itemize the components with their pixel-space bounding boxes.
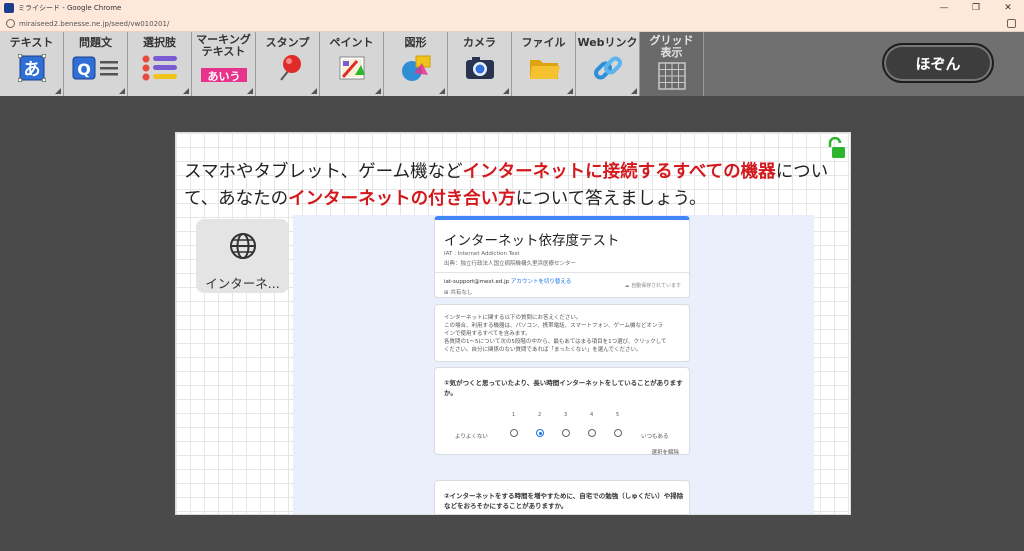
link-icon — [592, 53, 624, 83]
folder-icon — [528, 53, 560, 83]
question-highlight: インターネットの付き合い方 — [288, 189, 516, 209]
form-question-card: ②インターネットをする時間を増やすために、自宅での勉強（しゅくだい）や掃除などを… — [434, 480, 690, 514]
camera-icon — [464, 53, 496, 83]
pin-icon — [272, 53, 304, 83]
scale-number: 3 — [564, 412, 568, 418]
scale-number: 4 — [590, 412, 594, 418]
site-info-icon[interactable] — [6, 19, 15, 28]
globe-icon — [228, 231, 258, 265]
tool-question[interactable]: 問題文 Q — [64, 32, 128, 96]
question-part: スマホやタブレット、ゲーム機など — [184, 162, 463, 182]
form-intro: インターネットに関する以下の質問にお答えください。 この場合、利用する機器は、パ… — [444, 314, 680, 354]
shapes-icon — [400, 53, 432, 83]
form-subtitle: IAT : Internet Addiction Test — [444, 251, 520, 257]
web-link-card[interactable]: インターネ... — [196, 219, 289, 293]
grid-icon — [656, 61, 688, 91]
tool-paint-label: ペイント — [329, 36, 374, 49]
window-title: ミライシード - Google Chrome — [18, 4, 122, 12]
clear-selection-link[interactable]: 選択を解除 — [651, 448, 679, 456]
text-icon: あ — [16, 53, 48, 83]
tool-text-label: テキスト — [9, 36, 54, 49]
question-icon: Q — [71, 53, 121, 83]
scale-radio-5[interactable] — [614, 429, 622, 437]
app-icon — [4, 3, 14, 13]
intro-line: インで使用するすべてを含みます。 — [444, 331, 531, 337]
tool-stamp[interactable]: スタンプ — [256, 32, 320, 96]
tool-choices[interactable]: 選択肢 — [128, 32, 192, 96]
intro-line: 各質問の1〜5について次の5段階の中から、最もあてはまる項目を1つ選び、クリック… — [444, 339, 667, 345]
svg-text:あ: あ — [23, 60, 40, 80]
tool-camera-label: カメラ — [463, 36, 496, 49]
scale-radio-2[interactable] — [536, 429, 544, 437]
form-divider — [435, 272, 689, 273]
window-controls: — ❐ ✕ — [928, 0, 1024, 16]
tool-file[interactable]: ファイル — [512, 32, 576, 96]
saved-status-text: 自動保存されています — [631, 283, 681, 289]
tool-shapes-label: 図形 — [404, 36, 427, 49]
scale-number: 1 — [512, 412, 516, 418]
scale-radio-4[interactable] — [588, 429, 596, 437]
marking-icon: あいう — [200, 60, 248, 90]
svg-text:あいう: あいう — [207, 70, 240, 83]
minimize-icon[interactable]: — — [928, 0, 960, 16]
form-intro-card: インターネットに関する以下の質問にお答えください。 この場合、利用する機器は、パ… — [434, 304, 690, 362]
tool-bar: テキスト あ 問題文 Q 選択肢 マーキング テキスト あいう スタンプ ペイン… — [0, 32, 1024, 96]
web-link-label: インターネ... — [205, 276, 280, 291]
question-highlight: インターネットに接続するすべての機器 — [462, 162, 776, 182]
form-title: インターネット依存度テスト — [444, 233, 620, 249]
open-in-window-icon[interactable] — [1007, 19, 1016, 28]
tool-text[interactable]: テキスト あ — [0, 32, 64, 96]
form-question-card: ①気がつくと思っていたより、長い時間インターネットをしていることがありますか。 … — [434, 367, 690, 456]
tool-paint[interactable]: ペイント — [320, 32, 384, 96]
form-question-title: ①気がつくと思っていたより、長い時間インターネットをしていることがありますか。 — [444, 379, 683, 397]
scale-min-label: よりよくない — [455, 434, 488, 440]
scale-radio-1[interactable] — [510, 429, 518, 437]
form-source: 出典：独立行政法人国立病院機構久里浜医療センター — [444, 261, 577, 267]
window-title-bar: ミライシード - Google Chrome — ❐ ✕ — [0, 0, 1024, 16]
tool-shapes[interactable]: 図形 — [384, 32, 448, 96]
tool-camera[interactable]: カメラ — [448, 32, 512, 96]
tool-file-label: ファイル — [521, 36, 566, 49]
form-saved-status: ☁ 自動保存されています — [624, 283, 681, 289]
question-part: について答えましょう。 — [515, 189, 707, 209]
form-question-title: ②インターネットをする時間を増やすために、自宅での勉強（しゅくだい）や掃除などを… — [444, 492, 684, 510]
intro-line: ください。自分に関係のない質問であれば「まったくない」を選んでください。 — [444, 347, 642, 353]
form-preview[interactable]: インターネット依存度テスト IAT : Internet Addiction T… — [293, 215, 814, 514]
not-shared-text: 共有なし — [450, 290, 473, 296]
close-icon[interactable]: ✕ — [992, 0, 1024, 16]
svg-text:Q: Q — [77, 60, 91, 79]
question-text: スマホやタブレット、ゲーム機などインターネットに接続するすべての機器について、あ… — [184, 159, 844, 213]
list-icon — [140, 53, 180, 83]
question-card[interactable]: スマホやタブレット、ゲーム機などインターネットに接続するすべての機器について、あ… — [175, 132, 851, 515]
unlock-icon[interactable] — [826, 136, 846, 159]
scale-number: 2 — [538, 412, 542, 418]
tool-question-label: 問題文 — [79, 36, 112, 49]
url-text[interactable]: miraiseed2.benesse.ne.jp/seed/vw010201/ — [19, 20, 169, 28]
save-button[interactable]: ほぞん — [882, 43, 994, 83]
form-header-card: インターネット依存度テスト IAT : Internet Addiction T… — [434, 216, 690, 298]
paint-icon — [336, 53, 368, 83]
tool-marking-label: マーキング テキスト — [196, 33, 251, 58]
tool-stamp-label: スタンプ — [265, 36, 310, 49]
scale-max-label: いつもある — [641, 434, 669, 440]
tool-grid-toggle[interactable]: グリッド 表示 — [640, 32, 704, 96]
address-bar[interactable]: miraiseed2.benesse.ne.jp/seed/vw010201/ — [0, 16, 1024, 32]
tool-weblink-label: Webリンク — [577, 36, 638, 49]
switch-account-link[interactable]: アカウントを切り替える — [511, 279, 571, 285]
intro-line: インターネットに関する以下の質問にお答えください。 — [444, 315, 582, 321]
intro-line: この場合、利用する機器は、パソコン、携帯電話、スマートフォン、ゲーム機などオンラ — [444, 323, 664, 329]
tool-choices-label: 選択肢 — [143, 36, 176, 49]
form-email: iat-support@mext.ed.jp — [444, 279, 510, 285]
maximize-icon[interactable]: ❐ — [960, 0, 992, 16]
tool-marking-text[interactable]: マーキング テキスト あいう — [192, 32, 256, 96]
tool-web-link[interactable]: Webリンク — [576, 32, 640, 96]
scale-radio-3[interactable] — [562, 429, 570, 437]
scale-number: 5 — [616, 412, 620, 418]
tool-grid-label: グリッド 表示 — [649, 34, 694, 59]
form-share-status: ⊞ 共有なし — [444, 290, 473, 296]
form-account: iat-support@mext.ed.jp アカウントを切り替える — [444, 277, 571, 285]
